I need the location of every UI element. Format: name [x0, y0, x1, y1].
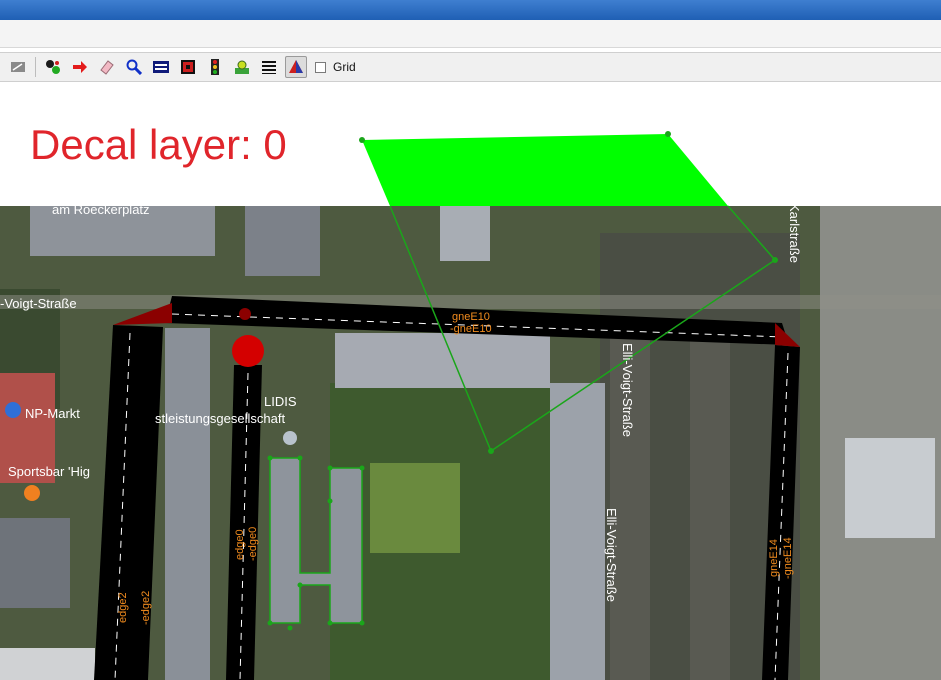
prohibition-mode-button[interactable]: [285, 56, 307, 78]
edge-label-gneE10-reverse: -gneE10: [450, 323, 492, 335]
edge-label-gneE14-reverse: -gneE14: [782, 537, 794, 579]
inspect-mode-button[interactable]: [123, 56, 145, 78]
network-viewport[interactable]: am Roeckerplatz -Voigt-Straße NP-Markt S…: [0, 83, 941, 680]
grid-label: Grid: [333, 60, 356, 74]
street-label-top: am Roeckerplatz: [52, 202, 150, 217]
traffic-light-icon: [211, 59, 219, 75]
edge-label-gneE10: gneE10: [452, 311, 490, 323]
street-label-top-left: -Voigt-Straße: [0, 296, 77, 311]
wire-icon: [262, 61, 276, 74]
street-label-lower: Elli-Voigt-Straße: [604, 508, 619, 602]
crossing-mode-button[interactable]: [150, 56, 172, 78]
shopping-icon[interactable]: [5, 402, 21, 418]
toolbar: Grid: [0, 52, 941, 82]
connection-mode-button[interactable]: [177, 56, 199, 78]
polygon-vertex[interactable]: [665, 131, 671, 137]
move-icon: [73, 61, 87, 73]
toolbar-separator: [35, 57, 36, 77]
green-polygon[interactable]: [362, 134, 728, 206]
edge-label-edge0-reverse: -edge0: [247, 527, 259, 561]
polygon-vertex[interactable]: [772, 257, 778, 263]
edge-label-edge0: edge0: [234, 529, 246, 560]
decal-layer-label: Decal layer: 0: [30, 121, 287, 168]
delete-icon: [100, 60, 114, 75]
edit-mode-button[interactable]: [7, 56, 29, 78]
street-label-right: Karlstraße: [787, 203, 802, 263]
bar-icon[interactable]: [24, 485, 40, 501]
grid-checkbox[interactable]: [315, 61, 326, 73]
connection-icon: [181, 60, 195, 74]
edit-icon: [11, 62, 25, 72]
junction-marker[interactable]: [239, 308, 251, 320]
street-label-middle: Elli-Voigt-Straße: [620, 343, 635, 437]
additional-icon: [235, 60, 249, 74]
polygon-vertex[interactable]: [359, 137, 365, 143]
additional-mode-button[interactable]: [231, 56, 253, 78]
select-mode-button[interactable]: [42, 56, 64, 78]
location-pin-icon[interactable]: [283, 431, 297, 445]
menu-bar: [0, 20, 941, 48]
move-mode-button[interactable]: [69, 56, 91, 78]
grid-toggle[interactable]: Grid: [315, 60, 356, 74]
traffic-light-mode-button[interactable]: [204, 56, 226, 78]
delete-mode-button[interactable]: [96, 56, 118, 78]
edge-label-edge2-reverse: -edge2: [140, 591, 152, 625]
prohibition-icon: [289, 60, 303, 73]
crossing-icon: [153, 61, 169, 73]
poi-label-lidis-sub: stleistungsgesellschaft: [155, 411, 285, 426]
wire-mode-button[interactable]: [258, 56, 280, 78]
edge-label-edge2: edge2: [117, 592, 129, 623]
poi-label-lidis: LIDIS: [264, 394, 297, 409]
poi-label-sportsbar: Sportsbar 'Hig: [8, 464, 90, 479]
map-canvas: am Roeckerplatz -Voigt-Straße NP-Markt S…: [0, 131, 941, 680]
poi-label-np-markt: NP-Markt: [25, 406, 80, 421]
vehicle-marker[interactable]: [232, 335, 264, 367]
window-title-bar: [0, 0, 941, 20]
inspect-icon: [126, 59, 142, 75]
edge-label-gneE14: gneE14: [768, 539, 780, 577]
polygon-vertex[interactable]: [488, 448, 494, 454]
select-icon: [46, 60, 60, 74]
